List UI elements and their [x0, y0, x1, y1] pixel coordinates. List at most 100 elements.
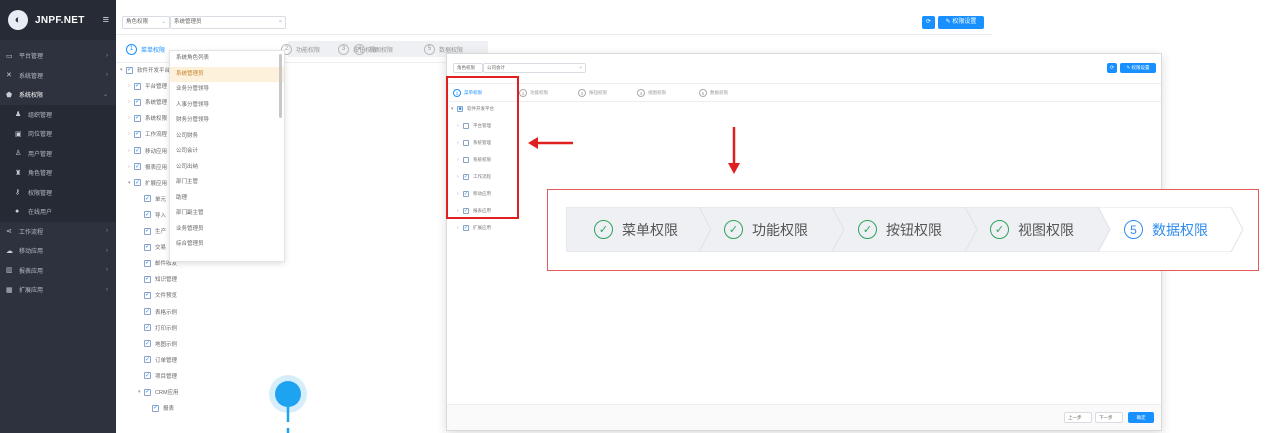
tree-node[interactable]: › ✓ 工作流程 — [128, 127, 167, 141]
zoom-step[interactable]: ✓ 菜单权限 — [594, 207, 678, 252]
tree-node[interactable]: ✓ 交易 — [144, 240, 166, 254]
dropdown-option[interactable]: 公司财务 — [170, 129, 284, 145]
tree-node[interactable]: ✓ 单元 — [144, 192, 166, 206]
sidebar-item[interactable]: ● 在线用户 — [0, 202, 116, 222]
dropdown-option[interactable]: 助理 — [170, 191, 284, 207]
checkbox[interactable]: ✓ — [134, 130, 141, 138]
tree-node[interactable]: › ✓ 系统管理 — [128, 95, 167, 109]
tree-node[interactable]: ✓ 地图示例 — [144, 337, 177, 351]
checkbox[interactable]: ✓ — [144, 308, 151, 315]
prev-step-button[interactable]: 上一步 — [1064, 412, 1092, 423]
zoom-step[interactable]: ✓ 按钮权限 — [858, 207, 942, 252]
checkbox[interactable]: ✓ — [144, 388, 151, 396]
front-permission-type-select[interactable]: 角色权限 — [453, 63, 483, 73]
sidebar-item[interactable]: ✕ 系统管理 › — [0, 66, 116, 86]
front-role-select[interactable]: 公司会计 × — [483, 63, 586, 73]
tree-node[interactable]: ✓ 生产 — [144, 224, 166, 238]
checkbox[interactable]: ✓ — [144, 275, 151, 283]
checkbox[interactable]: ✓ — [134, 114, 141, 122]
dropdown-option[interactable]: 部门主管 — [170, 175, 284, 191]
sidebar-item[interactable]: ♟ 组织管理 — [0, 104, 116, 124]
checkbox[interactable]: ✓ — [144, 340, 151, 348]
dropdown-option[interactable]: 业务管理员 — [170, 222, 284, 238]
tree-node-label: 软件开发平台 — [137, 68, 171, 74]
tree-node[interactable]: ✓ 表格示例 — [144, 305, 177, 319]
tree-node[interactable]: ▾ ✓ 软件开发平台 — [120, 63, 170, 77]
tree-node[interactable]: ✓ 文件预览 — [144, 288, 177, 302]
front-step[interactable]: 2 功能权限 — [519, 87, 548, 99]
tree-node[interactable]: › ✓ 报表应用 — [128, 160, 167, 174]
sidebar-item[interactable]: ♜ 角色管理 — [0, 163, 116, 183]
tree-node[interactable]: › ✓ 移动应用 — [128, 144, 167, 158]
tree-node-label: 文件预览 — [155, 293, 178, 300]
dropdown-option[interactable]: 综合管理员 — [170, 237, 284, 253]
hamburger-icon[interactable]: ≡ — [103, 14, 109, 26]
front-step[interactable]: 4 视图权限 — [637, 87, 666, 99]
checkbox[interactable]: ✓ — [144, 259, 151, 267]
zoom-step[interactable]: ✓ 视图权限 — [990, 207, 1074, 252]
role-select[interactable]: 系统管理员 × — [170, 16, 286, 29]
sidebar-item[interactable]: ▣ 岗位管理 — [0, 124, 116, 144]
front-step[interactable]: 5 数据权限 — [699, 87, 728, 99]
sidebar-item-label: 移动应用 — [19, 249, 44, 256]
checkbox[interactable]: ✓ — [152, 404, 159, 412]
sidebar-item[interactable]: ♙ 用户管理 — [0, 143, 116, 163]
checkbox[interactable]: ✓ — [144, 372, 151, 380]
sidebar-item[interactable]: ▭ 平台管理 › — [0, 46, 116, 66]
back-step[interactable]: 2 功能权限 — [281, 41, 320, 57]
tree-node[interactable]: ✓ 订单管理 — [144, 353, 177, 367]
checkbox[interactable]: ✓ — [134, 163, 141, 171]
dropdown-option[interactable]: 系统角色列表 — [170, 51, 284, 67]
tree-node[interactable]: ✓ 导入 — [144, 208, 166, 222]
checkbox[interactable]: ✓ — [144, 291, 151, 299]
tree-node[interactable]: ✓ 项目管理 — [144, 369, 177, 383]
checkbox[interactable]: ✓ — [144, 195, 151, 203]
tree-node[interactable]: ✓ 报表 — [152, 401, 174, 415]
checkbox[interactable]: ✓ — [144, 356, 151, 364]
dropdown-option[interactable]: 业务分管领导 — [170, 82, 284, 98]
checkbox[interactable]: ✓ — [463, 225, 469, 231]
back-step[interactable]: 4 视图权限 — [354, 41, 393, 57]
finish-button[interactable]: 确定 — [1128, 412, 1154, 423]
front-step[interactable]: 3 按钮权限 — [578, 87, 607, 99]
back-step[interactable]: 1 菜单权限 — [126, 41, 165, 57]
sidebar-item[interactable]: ▦ 扩展应用 › — [0, 280, 116, 300]
checkbox[interactable]: ✓ — [134, 147, 141, 154]
tree-node[interactable]: ✓ 知识管理 — [144, 272, 177, 286]
tree-node[interactable]: ▾ ✓ 扩展应用 — [128, 176, 167, 190]
sidebar-item[interactable]: ▥ 报表应用 › — [0, 261, 116, 281]
checkbox[interactable]: ✓ — [126, 66, 133, 74]
tree-node[interactable]: › ✓ 平台管理 — [128, 79, 167, 93]
sidebar-item[interactable]: ⚷ 权限管理 — [0, 182, 116, 202]
checkbox[interactable]: ✓ — [144, 324, 151, 332]
dropdown-scrollbar[interactable] — [279, 54, 282, 118]
zoom-step[interactable]: 5 数据权限 — [1124, 207, 1208, 252]
front-refresh-button[interactable]: ⟳ — [1107, 63, 1117, 73]
checkbox[interactable]: ✓ — [134, 98, 141, 106]
dropdown-option[interactable]: 部门副主管 — [170, 206, 284, 222]
next-step-button[interactable]: 下一步 — [1095, 412, 1123, 423]
dropdown-option[interactable]: 公司出纳 — [170, 160, 284, 176]
sidebar-item[interactable]: ⬟ 系统权限 ⌄ — [0, 85, 116, 105]
checkbox[interactable]: ✓ — [134, 179, 141, 187]
tree-node[interactable]: › ✓ 系统权限 — [128, 111, 167, 125]
zoom-step[interactable]: ✓ 功能权限 — [724, 207, 808, 252]
dropdown-option[interactable]: 系统管理员 — [170, 66, 284, 82]
checkbox[interactable]: ✓ — [134, 82, 141, 90]
dropdown-option[interactable]: 公司会计 — [170, 144, 284, 160]
tree-node[interactable]: ✓ 打印示例 — [144, 321, 177, 335]
refresh-button[interactable]: ⟳ — [922, 16, 935, 29]
dropdown-option[interactable]: 财务分管领导 — [170, 113, 284, 129]
sidebar-item[interactable]: ⋖ 工作流程 › — [0, 222, 116, 242]
dropdown-option[interactable]: 人事分管领导 — [170, 98, 284, 114]
front-permission-settings-button[interactable]: ✎ 权限设置 — [1120, 63, 1156, 73]
tree-node[interactable]: ▾ ✓ CRM应用 — [138, 385, 179, 399]
checkbox[interactable]: ✓ — [144, 211, 151, 219]
front-tree-node[interactable]: › ✓ 扩展应用 — [457, 221, 491, 235]
permission-type-select[interactable]: 角色权限 ⌄ — [122, 16, 170, 29]
checkbox[interactable]: ✓ — [144, 227, 151, 235]
tree-node-label: 扩展应用 — [145, 180, 168, 187]
sidebar-item[interactable]: ☁ 移动应用 › — [0, 241, 116, 261]
checkbox[interactable]: ✓ — [144, 243, 151, 251]
permission-settings-button[interactable]: ✎ 权限设置 — [938, 16, 984, 29]
